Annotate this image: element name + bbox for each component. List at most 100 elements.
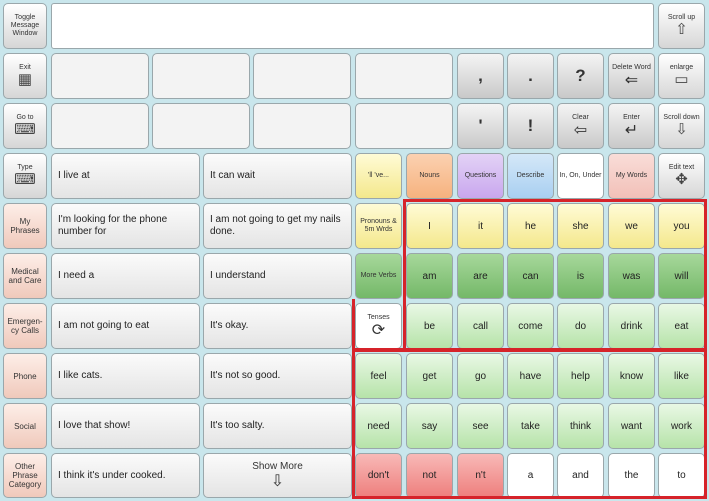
phrase-button[interactable]: It's okay. — [203, 303, 352, 349]
word-button[interactable]: come — [507, 303, 554, 349]
word-button[interactable]: to — [658, 453, 705, 498]
quick-slot-7[interactable] — [253, 103, 351, 149]
describe-tab[interactable]: Describe — [507, 153, 554, 199]
word-button[interactable]: was — [608, 253, 655, 299]
exit-button[interactable]: Exit ▦ — [3, 53, 47, 99]
phrase-button[interactable]: I am not going to eat — [51, 303, 200, 349]
more-verbs-button[interactable]: More Verbs — [355, 253, 402, 299]
go-to-home-button[interactable]: Go to ⌨ — [3, 103, 47, 149]
enlarge-box-icon: ▭ — [674, 71, 689, 88]
word-button[interactable]: get — [406, 353, 453, 399]
word-button[interactable]: can — [507, 253, 554, 299]
word-button[interactable]: is — [557, 253, 604, 299]
category-emergency-calls[interactable]: Emergen-cy Calls — [3, 303, 47, 349]
word-button[interactable]: go — [457, 353, 504, 399]
phrase-button[interactable]: I think it's under cooked. — [51, 453, 200, 498]
word-button[interactable]: I — [406, 203, 453, 249]
word-button[interactable]: are — [457, 253, 504, 299]
word-button[interactable]: have — [507, 353, 554, 399]
word-button[interactable]: not — [406, 453, 453, 498]
category-medical-and-care[interactable]: Medical and Care — [3, 253, 47, 299]
word-button[interactable]: take — [507, 403, 554, 449]
word-button[interactable]: help — [557, 353, 604, 399]
period-key[interactable]: . — [507, 53, 554, 99]
message-window[interactable] — [51, 3, 654, 49]
word-button[interactable]: need — [355, 403, 402, 449]
phrase-button[interactable]: I like cats. — [51, 353, 200, 399]
quick-slot-4[interactable] — [355, 53, 453, 99]
scroll-down-button[interactable]: Scroll down ⇩ — [658, 103, 705, 149]
quick-slot-2[interactable] — [152, 53, 250, 99]
phrase-button[interactable]: I live at — [51, 153, 200, 199]
edit-text-button[interactable]: Edit text ✥ — [658, 153, 705, 199]
delete-word-button[interactable]: Delete Word ⇐ — [608, 53, 655, 99]
enlarge-button[interactable]: enlarge ▭ — [658, 53, 705, 99]
word-label: not — [422, 470, 437, 481]
questions-tab[interactable]: Questions — [457, 153, 504, 199]
word-button[interactable]: call — [457, 303, 504, 349]
word-label: can — [522, 270, 539, 282]
word-button[interactable]: be — [406, 303, 453, 349]
word-button[interactable]: n't — [457, 453, 504, 498]
tenses-button[interactable]: Tenses ⟳ — [355, 303, 402, 349]
category-my-phrases[interactable]: My Phrases — [3, 203, 47, 249]
word-label: call — [472, 320, 488, 332]
word-button[interactable]: and — [557, 453, 604, 498]
word-button[interactable]: a — [507, 453, 554, 498]
word-button[interactable]: will — [658, 253, 705, 299]
apostrophe-key[interactable]: ' — [457, 103, 504, 149]
word-button[interactable]: know — [608, 353, 655, 399]
comma-key[interactable]: , — [457, 53, 504, 99]
category-social[interactable]: Social — [3, 403, 47, 449]
word-button[interactable]: she — [557, 203, 604, 249]
word-button[interactable]: drink — [608, 303, 655, 349]
word-button[interactable]: work — [658, 403, 705, 449]
quick-slot-6[interactable] — [152, 103, 250, 149]
quick-slot-5[interactable] — [51, 103, 149, 149]
my-words-tab[interactable]: My Words — [608, 153, 655, 199]
phrase-button[interactable]: It can wait — [203, 153, 352, 199]
prepositions-tab[interactable]: In, On, Under — [557, 153, 604, 199]
word-button[interactable]: say — [406, 403, 453, 449]
word-button[interactable]: the — [608, 453, 655, 498]
quick-slot-3[interactable] — [253, 53, 351, 99]
word-button[interactable]: you — [658, 203, 705, 249]
word-button[interactable]: want — [608, 403, 655, 449]
phrase-button[interactable]: I'm looking for the phone number for — [51, 203, 200, 249]
word-button[interactable]: we — [608, 203, 655, 249]
word-button[interactable]: like — [658, 353, 705, 399]
exclamation-key[interactable]: ! — [507, 103, 554, 149]
word-button[interactable]: do — [557, 303, 604, 349]
category-phone[interactable]: Phone — [3, 353, 47, 399]
word-button[interactable]: don't — [355, 453, 402, 498]
enter-button[interactable]: Enter ↵ — [608, 103, 655, 149]
word-button[interactable]: he — [507, 203, 554, 249]
phrase-button[interactable]: I understand — [203, 253, 352, 299]
word-button[interactable]: eat — [658, 303, 705, 349]
enter-arrow-icon: ↵ — [624, 121, 639, 139]
word-button[interactable]: feel — [355, 353, 402, 399]
word-button[interactable]: see — [457, 403, 504, 449]
question-mark-key[interactable]: ? — [557, 53, 604, 99]
phrase-button[interactable]: It's not so good. — [203, 353, 352, 399]
quick-slot-1[interactable] — [51, 53, 149, 99]
pronouns-button[interactable]: Pronouns & 5m Wrds — [355, 203, 402, 249]
move-cross-icon: ✥ — [675, 171, 688, 188]
phrase-label: It's okay. — [210, 320, 249, 331]
word-button[interactable]: think — [557, 403, 604, 449]
word-button[interactable]: am — [406, 253, 453, 299]
phrase-button[interactable]: I love that show! — [51, 403, 200, 449]
phrase-button[interactable]: It's too salty. — [203, 403, 352, 449]
clear-button[interactable]: Clear ⇦ — [557, 103, 604, 149]
type-button[interactable]: Type ⌨ — [3, 153, 47, 199]
scroll-up-button[interactable]: Scroll up ⇧ — [658, 3, 705, 49]
phrase-button[interactable]: I am not going to get my nails done. — [203, 203, 352, 249]
quick-slot-8[interactable] — [355, 103, 453, 149]
show-more-button[interactable]: Show More ⇩ — [203, 453, 352, 498]
phrase-button[interactable]: I need a — [51, 253, 200, 299]
toggle-message-window-button[interactable]: Toggle Message Window — [3, 3, 47, 49]
nouns-tab[interactable]: Nouns — [406, 153, 453, 199]
contractions-tab[interactable]: 'll 've... — [355, 153, 402, 199]
word-button[interactable]: it — [457, 203, 504, 249]
category-other-phrase[interactable]: Other Phrase Category — [3, 453, 47, 498]
